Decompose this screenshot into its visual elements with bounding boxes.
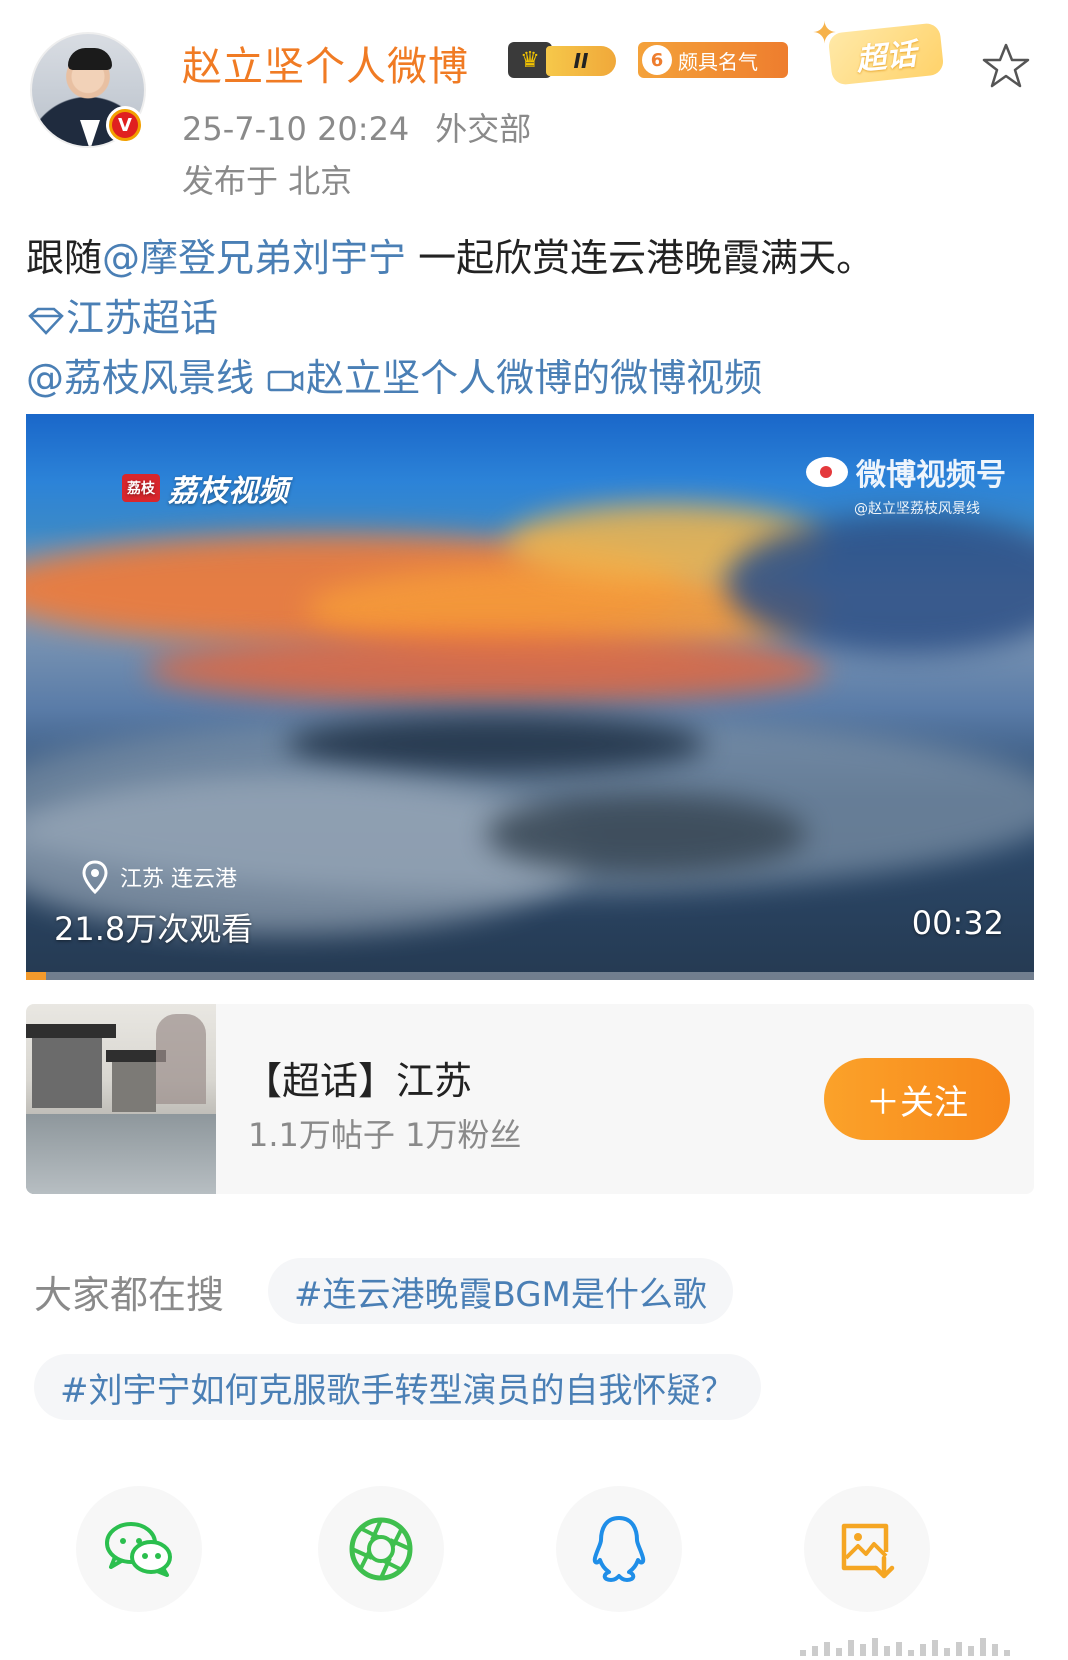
post-line-3: @荔枝风景线 赵立坚个人微博的微博视频 (26, 348, 1046, 408)
video-progress-bar[interactable] (26, 972, 1034, 980)
channel-logo: 荔枝 荔枝视频 (122, 466, 288, 510)
avatar-hair (68, 48, 112, 70)
star-icon (982, 43, 1030, 88)
post-meta: 25-7-10 20:24 外交部 (182, 104, 531, 150)
avatar-shirt (80, 120, 100, 146)
wechat-icon (105, 1522, 172, 1577)
member-crown-badge[interactable]: ♛ II (508, 40, 618, 80)
post-line-2: 江苏超话 (26, 288, 1046, 348)
fame-label: 颇具名气 (678, 49, 758, 74)
video-link-label: 赵立坚个人微博的微博视频 (306, 356, 763, 400)
share-wechat-button[interactable] (76, 1486, 202, 1612)
supertopic-thumbnail (26, 1004, 216, 1194)
video-link[interactable]: 赵立坚个人微博的微博视频 (266, 356, 762, 400)
weibo-eye-icon (806, 457, 848, 487)
qq-icon (592, 1516, 646, 1582)
trending-search-chip[interactable]: #连云港晚霞BGM是什么歌 (268, 1258, 733, 1324)
chaohua-badge[interactable]: 超话 (827, 22, 945, 86)
fame-level: 6 (642, 45, 672, 75)
post-text-prefix: 跟随 (26, 236, 103, 280)
supertopic-stats: 1.1万帖子 1万粉丝 (248, 1116, 522, 1154)
crown-level: II (546, 46, 616, 76)
post-location: 发布于 北京 (182, 162, 353, 200)
follow-button[interactable]: ＋关注 (824, 1058, 1010, 1140)
share-qq-button[interactable] (556, 1486, 682, 1612)
location-tag-text: 江苏 连云港 (120, 867, 237, 892)
city-lights (486, 794, 806, 874)
post-header: V 赵立坚个人微博 ♛ II 6 颇具名气 ✦ 超话 25-7-10 20:24… (0, 0, 1068, 200)
video-progress-fill (26, 972, 47, 980)
view-count: 21.8万次观看 (54, 910, 254, 948)
verified-mark: V (112, 112, 138, 138)
fame-badge[interactable]: 6 颇具名气 (638, 42, 788, 78)
share-moments-button[interactable] (318, 1486, 444, 1612)
supertopic-card[interactable]: 【超话】江苏 1.1万帖子 1万粉丝 ＋关注 (26, 1004, 1034, 1194)
save-image-icon (841, 1523, 895, 1579)
watermark-brand: 微博视频号 (856, 458, 1006, 493)
video-player[interactable]: 荔枝 荔枝视频 微博视频号 @赵立坚荔枝风景线 江苏 连云港 21.8万次观看 … (26, 414, 1034, 980)
supertopic-label: 江苏超话 (66, 296, 219, 340)
save-image-button[interactable] (804, 1486, 930, 1612)
logo-mark: 荔枝 (122, 474, 160, 502)
supertopic-link[interactable]: 江苏超话 (26, 296, 218, 340)
video-duration: 00:32 (911, 904, 1004, 942)
post-body: 跟随@摩登兄弟刘宇宁 一起欣赏连云港晚霞满天。 江苏超话 @荔枝风景线 赵立坚个… (26, 228, 1046, 408)
timestamp: 25-7-10 20:24 (182, 110, 410, 148)
post-text-suffix: 一起欣赏连云港晚霞满天。 (406, 236, 875, 280)
watermark-handle: @赵立坚荔枝风景线 (854, 501, 980, 517)
scrollbar-indicator (800, 1636, 1040, 1656)
video-location-tag: 江苏 连云港 (82, 860, 237, 894)
logo-text: 荔枝视频 (168, 474, 288, 509)
post-line-1: 跟随@摩登兄弟刘宇宁 一起欣赏连云港晚霞满天。 (26, 228, 1046, 288)
trending-search-label: 大家都在搜 (34, 1273, 225, 1317)
mention-link[interactable]: @摩登兄弟刘宇宁 (102, 236, 406, 280)
mention-link-2[interactable]: @荔枝风景线 (26, 356, 254, 400)
post-source: 外交部 (435, 110, 532, 148)
weibo-watermark: 微博视频号 @赵立坚荔枝风景线 (806, 450, 1006, 518)
verified-badge-icon: V (106, 106, 144, 144)
diamond-icon (28, 307, 64, 335)
sunset-cloud (146, 634, 826, 704)
favorite-star-button[interactable] (980, 40, 1032, 92)
username[interactable]: 赵立坚个人微博 (182, 34, 469, 92)
supertopic-title: 【超话】江苏 (244, 1059, 473, 1103)
video-camera-icon (267, 370, 304, 391)
trending-search-chip[interactable]: #刘宇宁如何克服歌手转型演员的自我怀疑？ (34, 1354, 761, 1420)
mountain-ridge (286, 714, 706, 774)
moments-icon (349, 1517, 413, 1581)
location-pin-icon (82, 860, 108, 894)
